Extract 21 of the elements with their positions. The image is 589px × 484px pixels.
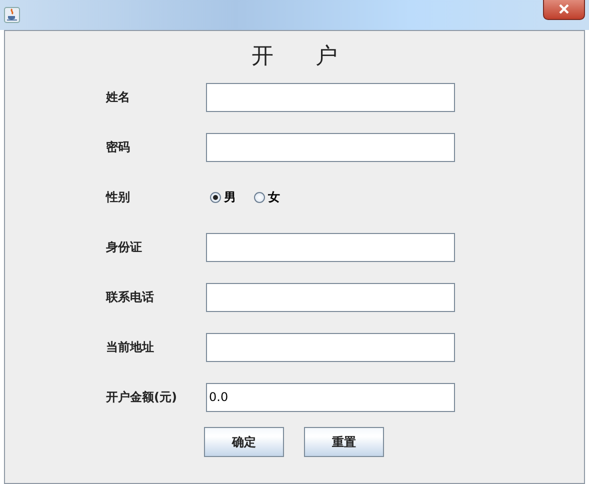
field-label: 开户金额(元) bbox=[106, 389, 178, 406]
form-title: 开 户 bbox=[252, 46, 338, 71]
field-label: 当前地址 bbox=[106, 339, 155, 356]
form-button[interactable]: 重置 bbox=[304, 427, 384, 457]
field-label: 密码 bbox=[106, 139, 131, 156]
radio-option[interactable]: 男 bbox=[210, 188, 236, 206]
field-label: 性别 bbox=[106, 189, 131, 206]
form-button[interactable]: 确定 bbox=[204, 427, 284, 457]
input-field[interactable] bbox=[206, 332, 455, 362]
input-field[interactable] bbox=[206, 132, 455, 162]
close-button[interactable] bbox=[543, 0, 585, 20]
close-icon bbox=[559, 4, 569, 14]
input-field[interactable] bbox=[206, 282, 455, 312]
field-label: 身份证 bbox=[106, 239, 143, 256]
input-field[interactable] bbox=[206, 232, 455, 262]
input-field[interactable] bbox=[206, 82, 455, 112]
coffee-cup-icon bbox=[4, 7, 20, 23]
field-label: 姓名 bbox=[106, 89, 131, 106]
radio-option[interactable]: 女 bbox=[254, 188, 280, 206]
field-label: 联系电话 bbox=[106, 289, 155, 306]
input-field[interactable]: 0.0 bbox=[206, 382, 455, 412]
